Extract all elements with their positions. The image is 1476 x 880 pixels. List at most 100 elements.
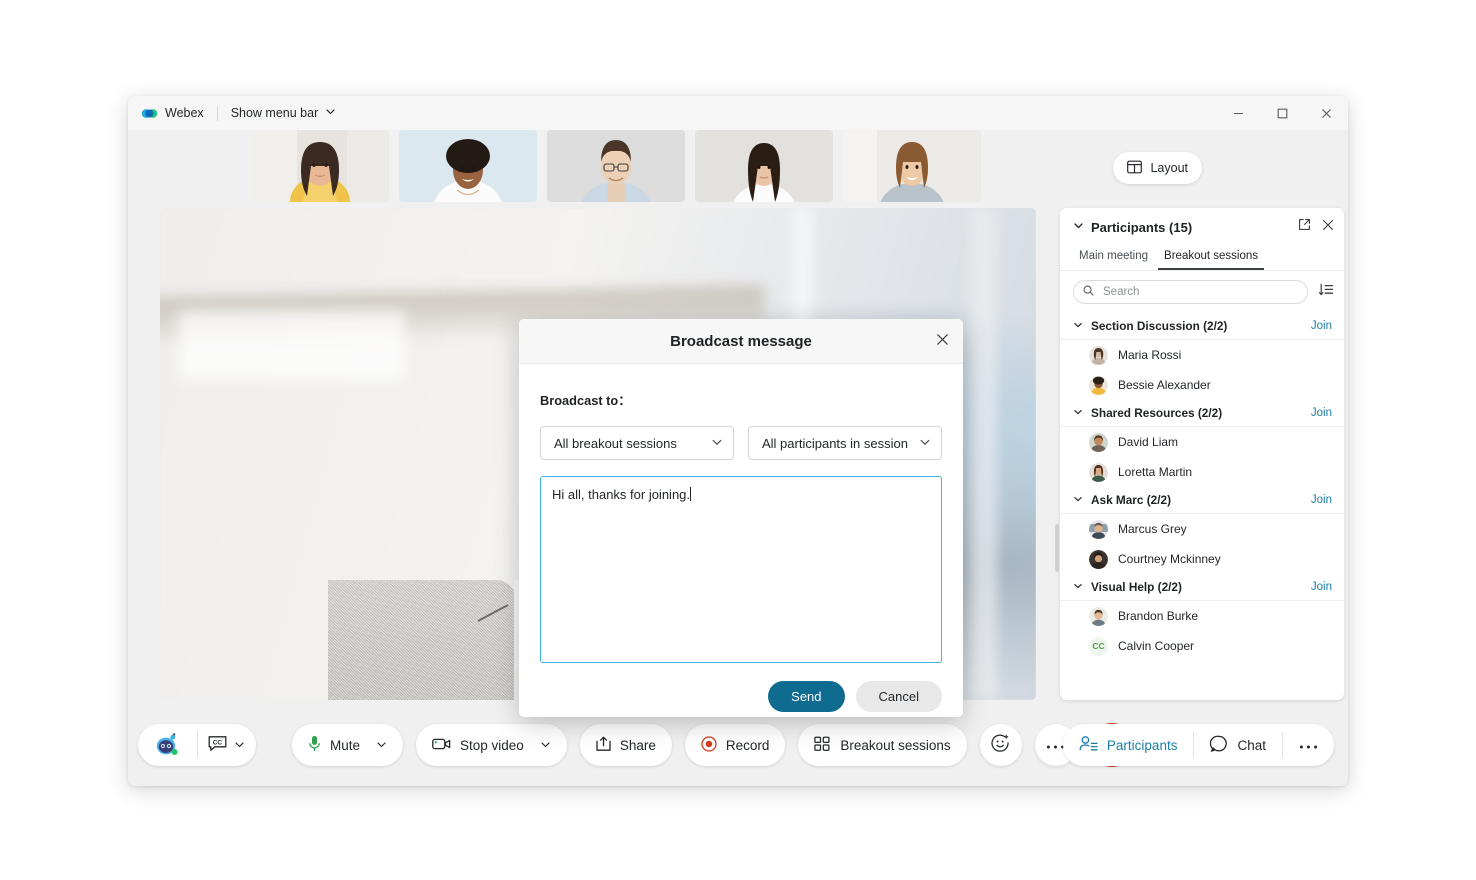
layout-button[interactable]: Layout xyxy=(1113,152,1202,184)
participant-thumbnail-4[interactable] xyxy=(695,130,833,202)
list-item[interactable]: Courtney Mckinney xyxy=(1060,544,1344,574)
breakout-session-list[interactable]: Section Discussion (2/2) Join Maria Ross… xyxy=(1060,313,1344,700)
search-box[interactable] xyxy=(1073,280,1308,304)
group-name: Section Discussion (2/2) xyxy=(1091,319,1228,333)
chevron-down-icon xyxy=(1073,317,1083,335)
participant-name: Maria Rossi xyxy=(1118,348,1182,362)
webex-assistant-button[interactable] xyxy=(138,724,197,766)
avatar: CC xyxy=(1089,636,1108,656)
tab-breakout-sessions[interactable]: Breakout sessions xyxy=(1158,246,1264,270)
control-bar-center: Mute Stop video Share Record Breakout se… xyxy=(292,723,1134,767)
participant-name: Loretta Martin xyxy=(1118,465,1193,479)
panel-resize-handle[interactable] xyxy=(1055,524,1059,572)
camera-icon xyxy=(432,737,451,754)
dialog-title: Broadcast message xyxy=(670,332,812,350)
participant-thumbnail-3[interactable] xyxy=(547,130,685,202)
pop-out-icon[interactable] xyxy=(1298,218,1311,236)
group-name: Visual Help (2/2) xyxy=(1091,580,1182,594)
avatar xyxy=(1089,462,1108,482)
sort-icon[interactable] xyxy=(1318,282,1334,303)
control-bar-right: Participants Chat xyxy=(1062,724,1334,766)
chevron-down-icon xyxy=(325,106,336,120)
participant-name: Bessie Alexander xyxy=(1118,378,1211,392)
panel-more-options-button[interactable] xyxy=(1283,724,1334,766)
dialog-header: Broadcast message xyxy=(519,319,963,364)
participant-thumbnail-5[interactable] xyxy=(843,130,981,202)
send-button[interactable]: Send xyxy=(768,681,845,712)
captions-button[interactable]: CC xyxy=(198,724,257,766)
layout-grid-icon xyxy=(1127,160,1143,177)
more-horizontal-icon xyxy=(1299,738,1318,753)
chevron-down-icon[interactable] xyxy=(1073,218,1084,236)
list-item[interactable]: Loretta Martin xyxy=(1060,457,1344,487)
video-filmstrip: Layout xyxy=(128,130,1348,206)
avatar xyxy=(1089,345,1108,365)
audience-select[interactable]: All participants in session xyxy=(748,426,942,460)
avatar-initials: CC xyxy=(1089,636,1108,656)
participant-thumbnail-2[interactable] xyxy=(399,130,537,202)
reactions-button[interactable] xyxy=(979,724,1022,766)
close-icon[interactable] xyxy=(929,326,955,352)
record-button[interactable]: Record xyxy=(684,724,786,766)
join-button[interactable]: Join xyxy=(1311,407,1332,419)
panel-header-actions xyxy=(1298,218,1334,236)
avatar xyxy=(1089,375,1108,395)
webex-assistant-icon xyxy=(153,730,181,761)
minimize-button[interactable] xyxy=(1216,96,1260,130)
group-header-visual-help[interactable]: Visual Help (2/2) Join xyxy=(1060,574,1344,601)
layout-button-label: Layout xyxy=(1150,161,1188,175)
window-controls xyxy=(1216,96,1348,130)
chat-toggle-button[interactable]: Chat xyxy=(1194,724,1282,766)
session-select[interactable]: All breakout sessions xyxy=(540,426,734,460)
maximize-button[interactable] xyxy=(1260,96,1304,130)
participant-name: Courtney Mckinney xyxy=(1118,552,1221,566)
close-icon[interactable] xyxy=(1322,218,1334,236)
group-name: Ask Marc (2/2) xyxy=(1091,493,1171,507)
list-item[interactable]: CC Calvin Cooper xyxy=(1060,631,1344,661)
chevron-down-icon[interactable] xyxy=(540,738,551,753)
microphone-icon xyxy=(308,735,321,755)
mute-button[interactable]: Mute xyxy=(292,724,404,766)
participants-panel-title: Participants (15) xyxy=(1091,219,1193,235)
list-item[interactable]: Brandon Burke xyxy=(1060,601,1344,631)
list-item[interactable]: Bessie Alexander xyxy=(1060,370,1344,400)
list-item[interactable]: David Liam xyxy=(1060,427,1344,457)
breakout-sessions-button[interactable]: Breakout sessions xyxy=(798,724,967,766)
screenshot-root: Webex Show menu bar Layout Participants … xyxy=(0,0,1476,880)
group-header-ask-marc[interactable]: Ask Marc (2/2) Join xyxy=(1060,487,1344,514)
avatar xyxy=(1089,606,1108,626)
list-item[interactable]: Marcus Grey xyxy=(1060,514,1344,544)
dialog-body: Broadcast to： All breakout sessions All … xyxy=(519,364,963,663)
stop-video-button[interactable]: Stop video xyxy=(416,724,567,766)
panel-search-row xyxy=(1060,271,1344,313)
text-cursor xyxy=(690,487,692,501)
show-menu-bar-button[interactable]: Show menu bar xyxy=(231,106,337,120)
list-item[interactable]: Maria Rossi xyxy=(1060,340,1344,370)
group-header-shared-resources[interactable]: Shared Resources (2/2) Join xyxy=(1060,400,1344,427)
group-header-section-discussion[interactable]: Section Discussion (2/2) Join xyxy=(1060,313,1344,340)
cancel-button[interactable]: Cancel xyxy=(855,681,942,712)
chat-toggle-label: Chat xyxy=(1237,737,1266,753)
participant-name: David Liam xyxy=(1118,435,1179,449)
join-button[interactable]: Join xyxy=(1311,494,1332,506)
chevron-down-icon xyxy=(234,738,245,753)
participants-toggle-button[interactable]: Participants xyxy=(1063,724,1194,766)
join-button[interactable]: Join xyxy=(1311,581,1332,593)
target-selectors: All breakout sessions All participants i… xyxy=(540,426,942,460)
record-icon xyxy=(701,735,717,755)
avatar xyxy=(1089,432,1108,452)
broadcast-message-input[interactable]: Hi all, thanks for joining. xyxy=(540,476,942,663)
avatar xyxy=(1089,549,1108,569)
background-panel xyxy=(177,311,406,381)
participants-panel-header: Participants (15) xyxy=(1060,208,1344,246)
chevron-down-icon[interactable] xyxy=(376,738,387,753)
chevron-down-icon xyxy=(1073,491,1083,509)
close-window-button[interactable] xyxy=(1304,96,1348,130)
search-input[interactable] xyxy=(1101,285,1298,299)
svg-text:CC: CC xyxy=(213,739,223,746)
participant-thumbnail-1[interactable] xyxy=(251,130,389,202)
join-button[interactable]: Join xyxy=(1311,320,1332,332)
dialog-actions: Send Cancel xyxy=(519,681,963,712)
tab-main-meeting[interactable]: Main meeting xyxy=(1073,246,1154,270)
share-button[interactable]: Share xyxy=(579,724,672,766)
